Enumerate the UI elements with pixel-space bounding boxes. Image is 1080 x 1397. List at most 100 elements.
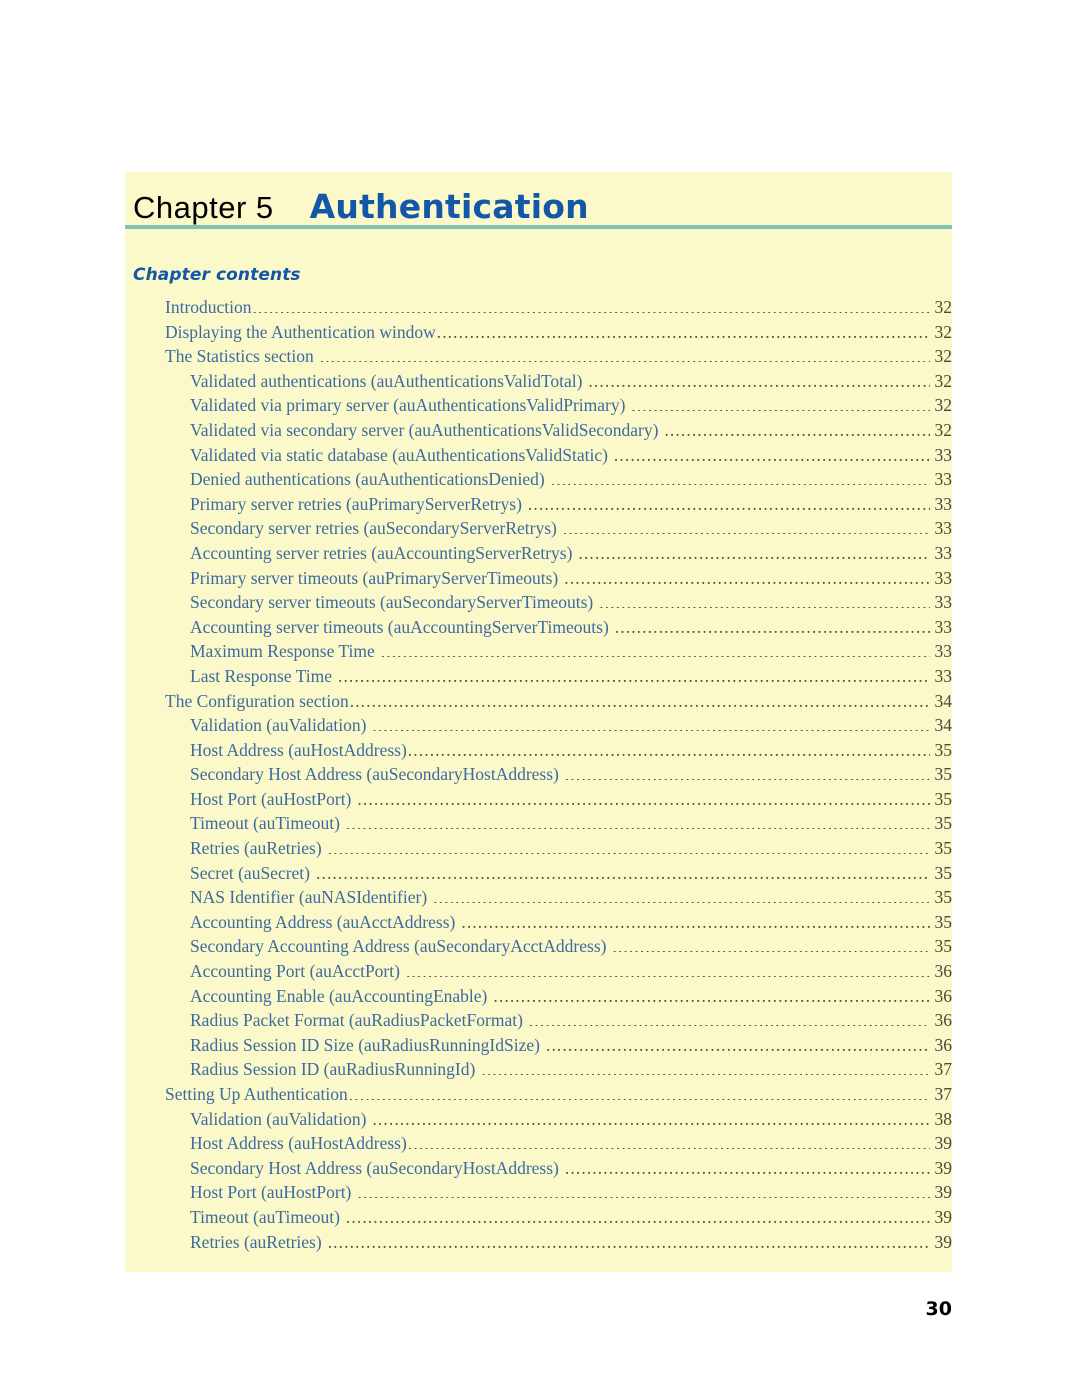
toc-entry-label: Validation (auValidation) [190,715,367,736]
toc-entry-label: Last Response Time [190,665,332,686]
toc-entry[interactable]: Validated via static database (auAuthent… [125,443,952,468]
toc-entry-label: Introduction [165,297,252,317]
chapter-contents-section: Chapter contents Introduction32Displayin… [125,229,952,1272]
toc-dot-leader [316,861,930,879]
toc-entry[interactable]: Maximum Response Time 33 [125,639,952,664]
toc-entry[interactable]: Secondary server retries (auSecondarySer… [125,516,952,541]
toc-entry[interactable]: Displaying the Authentication window 32 [125,320,952,345]
toc-dot-leader [346,812,930,830]
toc-entry-label: Radius Session ID Size (auRadiusRunningI… [190,1034,540,1055]
toc-page-number: 35 [934,764,953,785]
toc-entry[interactable]: Radius Session ID (auRadiusRunningId) 37 [125,1057,952,1082]
toc-entry[interactable]: Accounting Address (auAcctAddress) 35 [125,910,952,935]
toc-entry[interactable]: Last Response Time 33 [125,664,952,689]
toc-dot-leader [546,1033,930,1051]
toc-entry[interactable]: Radius Packet Format (auRadiusPacketForm… [125,1008,952,1033]
toc-entry[interactable]: Secondary Host Address (auSecondaryHostA… [125,1156,952,1181]
toc-page-number: 35 [934,739,953,760]
toc-entry-label: Secret (auSecret) [190,862,310,883]
toc-entry[interactable]: Validation (auValidation) 34 [125,713,952,738]
toc-dot-leader [481,1058,930,1076]
toc-dot-leader [599,591,930,609]
toc-page-number: 35 [934,838,953,859]
toc-entry[interactable]: Retries (auRetries) 39 [125,1230,952,1255]
toc-entry[interactable]: The Statistics section 32 [125,344,952,369]
toc-entry[interactable]: Introduction 32 [125,295,952,320]
toc-entry-label: Accounting server retries (auAccountingS… [190,542,573,563]
toc-entry-label: Accounting Address (auAcctAddress) [190,911,456,932]
toc-page-number: 33 [934,469,953,490]
toc-entry[interactable]: Host Address (auHostAddress) 39 [125,1131,952,1156]
toc-page-number: 32 [934,370,953,391]
toc-dot-leader [320,345,930,363]
toc-dot-leader [349,1083,930,1101]
toc-page-number: 33 [934,641,953,662]
toc-dot-leader [612,935,930,953]
toc-page-number: 35 [934,788,953,809]
toc-entry[interactable]: Retries (auRetries) 35 [125,836,952,861]
toc-entry[interactable]: Validated via secondary server (auAuthen… [125,418,952,443]
chapter-contents-heading: Chapter contents [133,265,301,285]
toc-dot-leader [664,418,930,436]
toc-entry-label: Validated via secondary server (auAuthen… [190,419,659,440]
toc-entry[interactable]: Validated via primary server (auAuthenti… [125,393,952,418]
toc-entry[interactable]: Accounting server retries (auAccountingS… [125,541,952,566]
toc-entry[interactable]: Setting Up Authentication 37 [125,1082,952,1107]
toc-entry[interactable]: Denied authentications (auAuthentication… [125,467,952,492]
toc-page-number: 38 [934,1108,953,1129]
toc-page-number: 32 [934,297,953,317]
toc-entry[interactable]: Secret (auSecret) 35 [125,861,952,886]
toc-page-number: 35 [934,813,953,834]
toc-entry-label: Timeout (auTimeout) [190,1206,340,1227]
toc-entry[interactable]: Host Address (auHostAddress) 35 [125,738,952,763]
toc-dot-leader [578,541,930,559]
toc-dot-leader [357,1181,930,1199]
toc-page-number: 34 [934,715,953,736]
toc-page-number: 37 [934,1059,953,1080]
toc-entry-label: Primary server timeouts (auPrimaryServer… [190,567,559,588]
toc-dot-leader [615,615,930,633]
toc-entry[interactable]: Accounting Enable (auAccountingEnable) 36 [125,984,952,1009]
toc-entry[interactable]: Primary server timeouts (auPrimaryServer… [125,566,952,591]
toc-page-number: 39 [934,1206,953,1227]
toc-entry[interactable]: Host Port (auHostPort) 35 [125,787,952,812]
page-number-folio: 30 [925,1298,952,1320]
toc-page-number: 36 [934,1010,953,1031]
toc-entry[interactable]: The Configuration section 34 [125,689,952,714]
toc-entry[interactable]: Accounting Port (auAcctPort) 36 [125,959,952,984]
toc-entry[interactable]: Accounting server timeouts (auAccounting… [125,615,952,640]
toc-dot-leader [357,787,930,805]
toc-entry[interactable]: Secondary Host Address (auSecondaryHostA… [125,762,952,787]
toc-entry-label: Validated via primary server (auAuthenti… [190,395,626,416]
toc-entry[interactable]: Validated authentications (auAuthenticat… [125,369,952,394]
chapter-number-label: Chapter 5 [133,190,274,225]
toc-entry[interactable]: Timeout (auTimeout) 39 [125,1205,952,1230]
toc-page-number: 33 [934,592,953,613]
toc-entry[interactable]: Validation (auValidation) 38 [125,1107,952,1132]
toc-entry-label: Retries (auRetries) [190,838,322,859]
toc-entry-label: The Configuration section [165,690,349,711]
toc-entry[interactable]: Secondary server timeouts (auSecondarySe… [125,590,952,615]
toc-entry[interactable]: Host Port (auHostPort) 39 [125,1180,952,1205]
document-page: Chapter 5 Authentication Chapter content… [0,0,1080,1397]
toc-page-number: 35 [934,862,953,883]
toc-dot-leader [529,1009,930,1027]
chapter-header: Chapter 5 Authentication [125,172,952,225]
toc-entry[interactable]: Secondary Accounting Address (auSecondar… [125,934,952,959]
toc-dot-leader [551,468,930,486]
toc-dot-leader [408,738,930,756]
toc-entry-label: Accounting Port (auAcctPort) [190,961,400,982]
toc-page-number: 33 [934,567,953,588]
toc-page-number: 32 [934,346,953,367]
toc-dot-leader [408,1132,930,1150]
toc-entry-label: Accounting Enable (auAccountingEnable) [190,985,488,1006]
toc-entry[interactable]: Primary server retries (auPrimaryServerR… [125,492,952,517]
toc-dot-leader [588,369,930,387]
toc-entry[interactable]: Timeout (auTimeout) 35 [125,811,952,836]
toc-page-number: 33 [934,542,953,563]
toc-entry[interactable]: NAS Identifier (auNASIdentifier) 35 [125,885,952,910]
toc-entry[interactable]: Radius Session ID Size (auRadiusRunningI… [125,1033,952,1058]
toc-entry-label: Host Address (auHostAddress) [190,739,407,760]
toc-page-number: 39 [934,1157,953,1178]
toc-entry-label: Secondary Host Address (auSecondaryHostA… [190,764,559,785]
